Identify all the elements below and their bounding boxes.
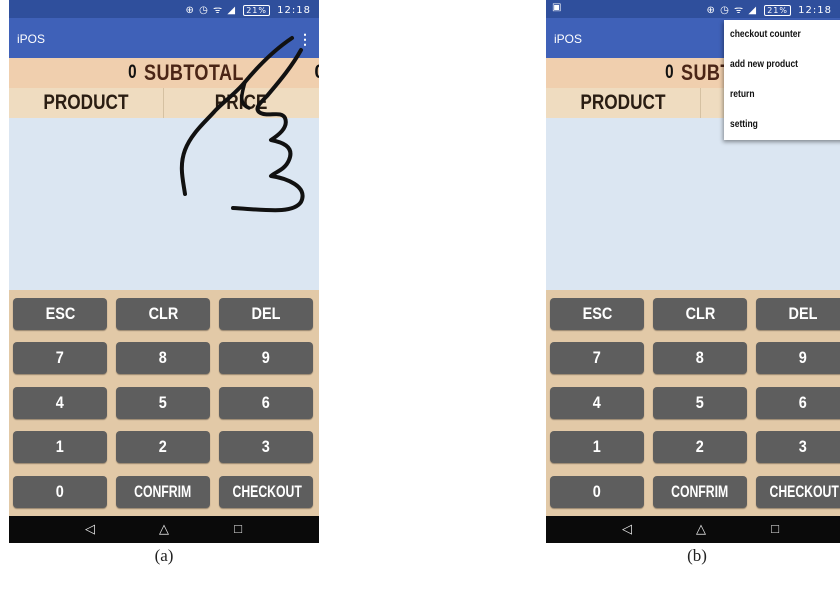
key-label: CONFRIM (671, 482, 729, 501)
clock-text: 12:18 (798, 5, 832, 16)
key-label: DEL (788, 304, 818, 323)
key-label: 5 (695, 393, 705, 412)
phone-screen-a: ⊕ ◷ ᯤ ◢ 21% 12:18 iPOS ⋮ 0 SUBTOTAL 0 PR… (9, 0, 319, 543)
recents-icon[interactable]: □ (765, 520, 785, 538)
confirm-button[interactable]: CONFRIM (653, 476, 747, 508)
key-label: 2 (695, 437, 705, 456)
checkout-button[interactable]: CHECKOUT (756, 476, 840, 508)
app-title: iPOS (554, 32, 583, 46)
digit-4-key[interactable]: 4 (550, 387, 644, 419)
hand-pointer-icon (179, 36, 305, 213)
keypad: ESC CLR DEL 7 8 9 4 5 6 1 2 3 0 CONFRIM … (546, 290, 840, 516)
column-header-product: PRODUCT (546, 88, 701, 118)
key-label: 8 (695, 348, 705, 367)
digit-9-key[interactable]: 9 (756, 342, 840, 374)
menu-item-checkout-counter[interactable]: checkout counter (730, 20, 801, 50)
product-list[interactable] (546, 118, 840, 290)
digit-1-key[interactable]: 1 (550, 431, 644, 463)
back-icon[interactable]: ◁ (617, 520, 637, 538)
digit-5-key[interactable]: 5 (653, 387, 747, 419)
phone-screen-b: ▣ ⊕ ◷ ᯤ ◢ 21% 12:18 iPOS 0 SUBT PRODUCT … (546, 0, 840, 543)
digit-3-key[interactable]: 3 (756, 431, 840, 463)
digit-2-key[interactable]: 2 (653, 431, 747, 463)
key-label: 7 (592, 348, 602, 367)
status-bar: ▣ ⊕ ◷ ᯤ ◢ 21% 12:18 (546, 0, 840, 18)
status-icon-group: ⊕ ◷ ᯤ ◢ (706, 5, 758, 16)
clr-key[interactable]: CLR (653, 298, 747, 330)
key-label: 9 (798, 348, 808, 367)
digit-8-key[interactable]: 8 (653, 342, 747, 374)
column-header-label: PRODUCT (580, 91, 666, 114)
del-key[interactable]: DEL (756, 298, 840, 330)
battery-icon: 21% (764, 5, 791, 16)
menu-item-add-new-product[interactable]: add new product (730, 50, 798, 80)
key-label: ESC (582, 304, 612, 323)
key-label: 3 (798, 437, 808, 456)
subtotal-value: 0 (665, 62, 674, 83)
key-label: 4 (592, 393, 602, 412)
key-label: CLR (685, 304, 715, 323)
key-label: 0 (592, 482, 602, 501)
figure-caption-b: (b) (687, 546, 707, 565)
key-label: 1 (592, 437, 602, 456)
menu-item-return[interactable]: return (730, 80, 755, 110)
key-label: CHECKOUT (769, 482, 839, 501)
figure-caption-a: (a) (154, 546, 174, 565)
overflow-menu: checkout counter add new product return … (724, 20, 840, 140)
system-nav-bar: ◁ △ □ (546, 516, 840, 543)
screenshot-notification-icon: ▣ (552, 2, 562, 13)
status-icons: ⊕ ◷ ᯤ ◢ 21% 12:18 (707, 2, 832, 16)
digit-0-key[interactable]: 0 (550, 476, 644, 508)
key-label: 6 (798, 393, 808, 412)
home-icon[interactable]: △ (691, 520, 711, 538)
esc-key[interactable]: ESC (550, 298, 644, 330)
digit-6-key[interactable]: 6 (756, 387, 840, 419)
menu-item-setting[interactable]: setting (730, 110, 758, 140)
digit-7-key[interactable]: 7 (550, 342, 644, 374)
